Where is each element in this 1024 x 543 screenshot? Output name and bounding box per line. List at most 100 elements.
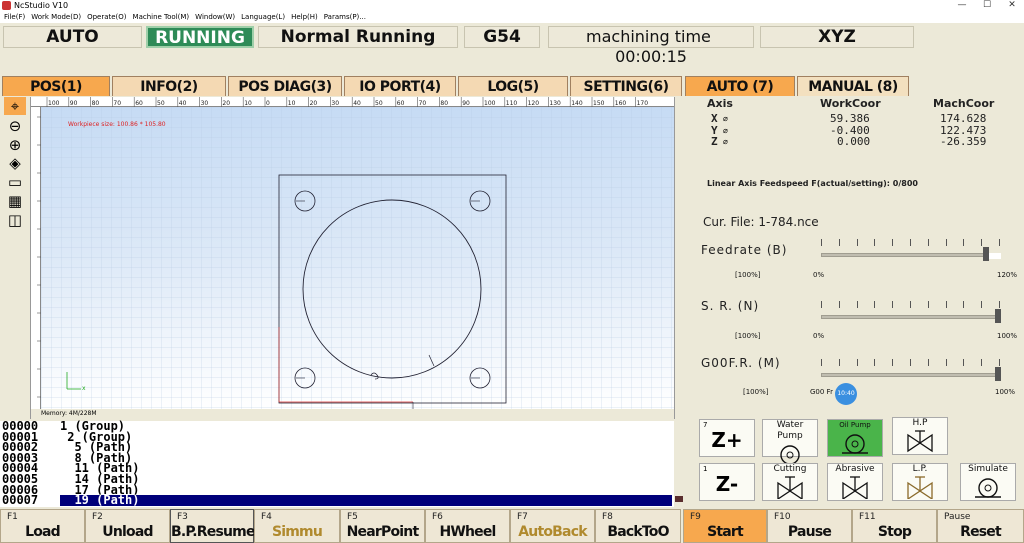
ruler-label: 0	[266, 100, 270, 107]
low-pressure-button[interactable]: L.P.	[892, 463, 948, 501]
f4-simmu-button[interactable]: F4 Simmu	[254, 509, 340, 543]
window-title: NcStudio V10	[14, 1, 69, 10]
ruler-label: 10	[244, 100, 252, 107]
slider-thumb[interactable]	[995, 309, 1001, 323]
ruler-label: 170	[637, 100, 649, 107]
3d-view-icon[interactable]: ◫	[4, 211, 26, 229]
ruler-label: 120	[528, 100, 540, 107]
ruler-label: 100	[484, 100, 496, 107]
f8-backto0-button[interactable]: F8 BackToO	[595, 509, 681, 543]
ruler-label: 50	[157, 100, 165, 107]
tab-setting[interactable]: SETTING(6)	[570, 76, 682, 96]
program-list[interactable]: 00000 1 (Group) 00001 2 (Group) 00002 5 (…	[0, 420, 674, 507]
ruler-label: 110	[506, 100, 518, 107]
left-ruler-ticks	[37, 116, 41, 398]
abrasive-button[interactable]: Abrasive	[827, 463, 883, 501]
z-plus-button[interactable]: 7 Z+	[699, 419, 755, 457]
z-minus-button[interactable]: 1 Z-	[699, 463, 755, 501]
list-item-selected[interactable]: 00007 19 (Path)	[0, 494, 674, 506]
spindle-rate-slider[interactable]	[821, 301, 1001, 327]
g00-rate-slider[interactable]	[821, 359, 1001, 385]
zero-icon: ⌀	[723, 137, 728, 146]
canvas-scrollbar[interactable]	[674, 97, 684, 419]
center-view-icon[interactable]: ◈	[4, 154, 26, 172]
f3-bp-resume-button[interactable]: F3 B.P.Resume	[170, 509, 255, 543]
status-bar: AUTO RUNNING Normal Running G54 machinin…	[0, 23, 1024, 66]
menu-help[interactable]: Help(H)	[287, 11, 320, 23]
axis-x-label: x	[82, 385, 86, 392]
f1-load-button[interactable]: F1 Load	[0, 509, 85, 543]
tab-io-port[interactable]: IO PORT(4)	[344, 76, 456, 96]
menu-machine-tool[interactable]: Machine Tool(M)	[129, 11, 192, 23]
ruler-label: 20	[310, 100, 318, 107]
slider-tick	[999, 301, 1000, 308]
machining-time: machining time 00:00:15	[548, 26, 754, 66]
high-pressure-label: H.P	[912, 418, 928, 428]
ruler-label: 30	[331, 100, 339, 107]
tab-pos-diag[interactable]: POS DIAG(3)	[228, 76, 342, 96]
slider-tick	[910, 359, 911, 366]
fkey-name: BackToO	[607, 524, 669, 540]
tab-log[interactable]: LOG(5)	[458, 76, 568, 96]
fit-view-icon[interactable]: ▭	[4, 173, 26, 191]
toolpath-canvas[interactable]: Workpiece size: 100.86 * 105.80 x	[41, 107, 674, 409]
f7-autoback-button[interactable]: F7 AutoBack	[510, 509, 595, 543]
valve-icon	[907, 476, 933, 501]
program-scrollbar[interactable]	[674, 421, 684, 507]
menu-bar: File(F) Work Mode(D) Operate(O) Machine Too…	[0, 11, 1024, 23]
tab-pos[interactable]: POS(1)	[2, 76, 110, 96]
z-plus-label: Z+	[711, 428, 743, 452]
tab-auto[interactable]: AUTO (7)	[685, 76, 795, 96]
f5-nearpoint-button[interactable]: F5 NearPoint	[340, 509, 425, 543]
z-machcoor: -26.359	[940, 135, 987, 148]
cutting-button[interactable]: Cutting	[762, 463, 818, 501]
auto-panel: Axis WorkCoor MachCoor X ⌀ 59.386 174.62…	[685, 97, 1024, 507]
slider-tick	[821, 359, 822, 366]
minimize-icon[interactable]: —	[950, 0, 974, 11]
feedrate-slider[interactable]	[821, 239, 1001, 265]
high-pressure-button[interactable]: H.P	[892, 417, 948, 455]
menu-window[interactable]: Window(W)	[191, 11, 237, 23]
fkey-label: F6	[432, 512, 443, 522]
slider-thumb[interactable]	[995, 367, 1001, 381]
zoom-in-icon[interactable]: ⊕	[4, 136, 26, 154]
scroll-thumb[interactable]	[675, 496, 683, 502]
f11-stop-button[interactable]: F11 Stop	[852, 509, 937, 543]
tab-manual[interactable]: MANUAL (8)	[797, 76, 909, 96]
slider-tick	[892, 359, 894, 366]
menu-work-mode[interactable]: Work Mode(D)	[27, 11, 83, 23]
crosshair-icon[interactable]: ⌖	[4, 97, 26, 115]
title-bar: NcStudio V10 — ☐ ✕	[0, 0, 1024, 11]
fkey-label: F2	[92, 512, 103, 522]
maximize-icon[interactable]: ☐	[975, 0, 999, 11]
zoom-out-icon[interactable]: ⊖	[4, 117, 26, 135]
slider-tick	[999, 359, 1000, 366]
f10-pause-button[interactable]: F10 Pause	[767, 509, 852, 543]
menu-language[interactable]: Language(L)	[237, 11, 287, 23]
slider-tick	[927, 301, 929, 308]
menu-operate[interactable]: Operate(O)	[83, 11, 128, 23]
menu-file[interactable]: File(F)	[0, 11, 27, 23]
tab-info[interactable]: INFO(2)	[112, 76, 226, 96]
menu-params[interactable]: Params(P)...	[320, 11, 368, 23]
fkey-label: F4	[261, 512, 272, 522]
pause-reset-button[interactable]: Pause Reset	[937, 509, 1024, 543]
f2-unload-button[interactable]: F2 Unload	[85, 509, 170, 543]
water-pump-button[interactable]: Water Pump	[762, 419, 818, 465]
slider-ticks	[821, 239, 1001, 247]
zero-icon: ⌀	[723, 126, 728, 135]
memory-usage: Memory: 4M/228M	[31, 409, 674, 419]
f6-hwheel-button[interactable]: F6 HWheel	[425, 509, 510, 543]
close-icon[interactable]: ✕	[1000, 0, 1024, 11]
grid-clear-icon[interactable]: ▦	[4, 192, 26, 210]
oil-pump-button[interactable]: Oil Pump	[827, 419, 883, 457]
valve-icon	[777, 476, 803, 501]
slider-tick	[945, 301, 947, 308]
fkey-label: F10	[774, 512, 791, 522]
simulate-button[interactable]: Simulate	[960, 463, 1016, 501]
f9-start-button[interactable]: F9 Start	[683, 509, 767, 543]
low-pressure-label: L.P.	[912, 464, 928, 474]
ruler-label: 50	[375, 100, 383, 107]
spindle-rate-label: S. R. (N)	[701, 299, 760, 313]
slider-tick	[981, 301, 983, 308]
